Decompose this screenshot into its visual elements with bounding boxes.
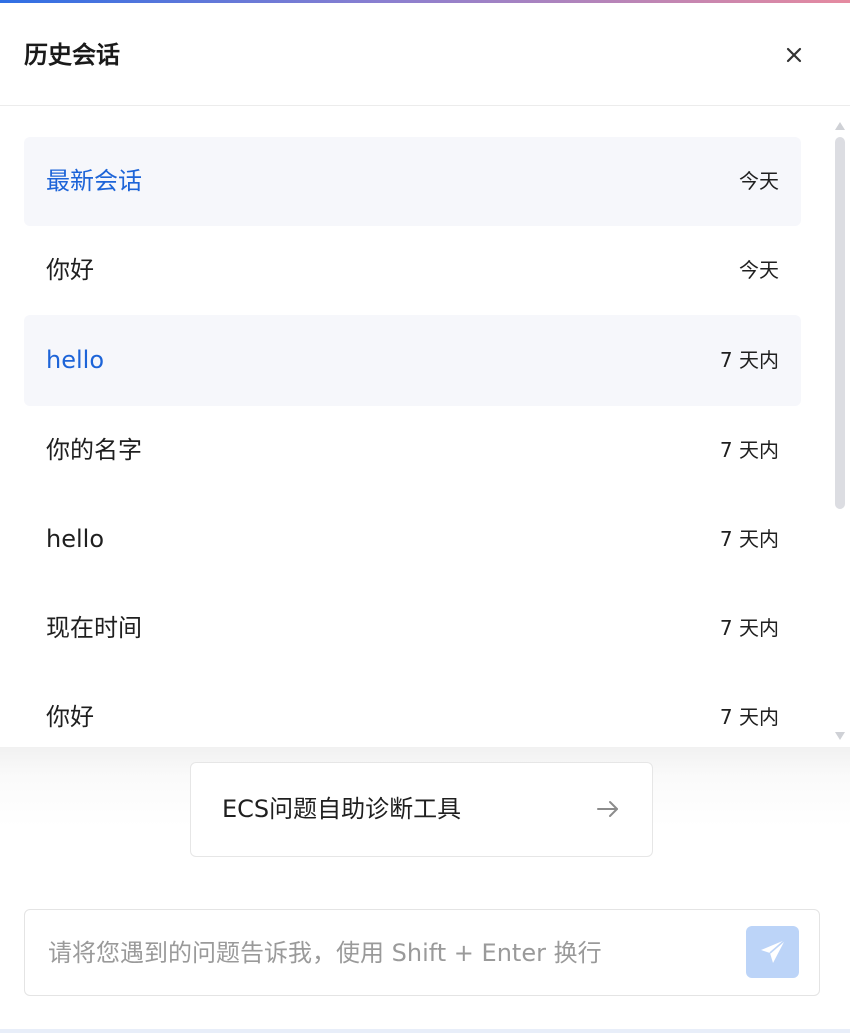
scroll-up-arrow-icon[interactable] — [834, 116, 846, 130]
message-input-box — [24, 909, 820, 996]
history-item-title: 你的名字 — [46, 436, 142, 464]
history-item[interactable]: 你好 今天 — [24, 226, 801, 315]
diagnosis-tool-label: ECS问题自助诊断工具 — [222, 795, 462, 823]
panel-header: 历史会话 — [0, 3, 850, 106]
history-item-title: hello — [46, 346, 104, 374]
send-button[interactable] — [746, 926, 799, 978]
arrow-right-icon — [595, 796, 621, 822]
history-item-title: 你好 — [46, 256, 94, 284]
history-item-time: 7 天内 — [719, 348, 779, 372]
history-item-title: 最新会话 — [46, 167, 142, 195]
history-item[interactable]: 你的名字 7 天内 — [24, 406, 801, 495]
history-item[interactable]: 最新会话 今天 — [24, 137, 801, 226]
history-item-time: 今天 — [739, 258, 779, 282]
history-item[interactable]: hello 7 天内 — [24, 495, 801, 584]
diagnosis-tool-card[interactable]: ECS问题自助诊断工具 — [190, 762, 653, 857]
history-item[interactable]: 现在时间 7 天内 — [24, 584, 801, 673]
history-list-area: 最新会话 今天 你好 今天 hello 7 天内 你的名字 7 天内 hello… — [0, 107, 850, 747]
history-panel: 历史会话 最新会话 今天 你好 今天 hello 7 天内 你的名字 7 天内 … — [0, 0, 850, 1033]
history-item-time: 7 天内 — [719, 438, 779, 462]
list-scrollbar[interactable] — [832, 112, 848, 742]
history-item-title: 你好 — [46, 703, 94, 731]
history-item-time: 7 天内 — [719, 616, 779, 640]
close-icon — [778, 39, 810, 71]
close-button[interactable] — [778, 39, 810, 71]
history-item-time: 7 天内 — [719, 527, 779, 551]
history-item[interactable]: hello 7 天内 — [24, 315, 801, 406]
bottom-divider — [0, 1029, 850, 1033]
scrollbar-thumb[interactable] — [835, 137, 845, 509]
scroll-down-arrow-icon[interactable] — [834, 726, 846, 740]
history-item[interactable]: 你好 7 天内 — [24, 673, 801, 747]
history-item-title: hello — [46, 525, 104, 553]
history-item-title: 现在时间 — [46, 614, 142, 642]
panel-title: 历史会话 — [24, 41, 120, 69]
history-list: 最新会话 今天 你好 今天 hello 7 天内 你的名字 7 天内 hello… — [24, 137, 801, 747]
message-input[interactable] — [46, 930, 740, 976]
history-item-time: 7 天内 — [719, 705, 779, 729]
history-item-time: 今天 — [739, 169, 779, 193]
composer-area: ECS问题自助诊断工具 — [0, 747, 850, 1033]
